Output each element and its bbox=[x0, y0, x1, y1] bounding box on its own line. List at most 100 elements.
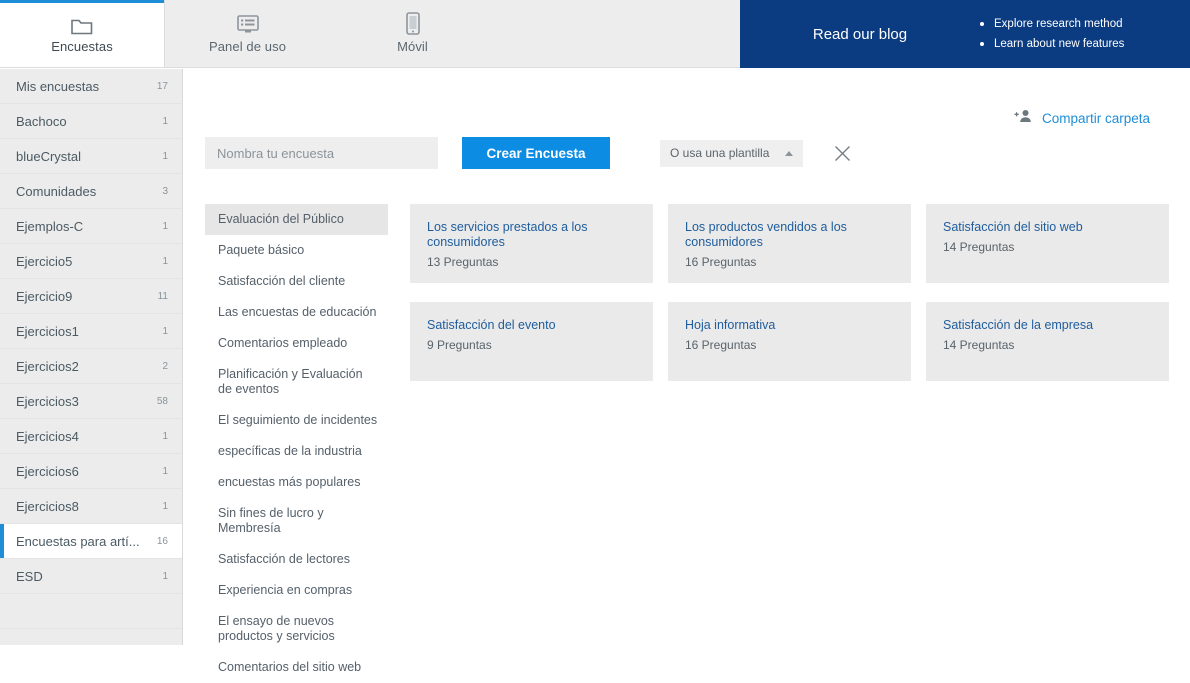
template-card-title: Los servicios prestados a los consumidor… bbox=[427, 220, 588, 249]
tab-encuestas[interactable]: Encuestas bbox=[0, 0, 165, 67]
sidebar-item-ejercicios1[interactable]: Ejercicios1 1 bbox=[0, 314, 182, 349]
sidebar-item-encuestas-para-articulo[interactable]: Encuestas para artí... 16 bbox=[0, 524, 182, 559]
sidebar-item-count: 3 bbox=[162, 185, 168, 197]
category-item-paquete-basico[interactable]: Paquete básico bbox=[205, 235, 388, 266]
sidebar-item-count: 2 bbox=[162, 360, 168, 372]
category-item-satisfaccion-lectores[interactable]: Satisfacción de lectores bbox=[205, 544, 388, 575]
category-item-encuestas-educacion[interactable]: Las encuestas de educación bbox=[205, 297, 388, 328]
category-item-especificas-industria[interactable]: específicas de la industria bbox=[205, 436, 388, 467]
sidebar-item-label: Ejercicios1 bbox=[16, 323, 79, 339]
sidebar-item-count: 1 bbox=[162, 115, 168, 127]
sidebar-item-ejercicio5[interactable]: Ejercicio5 1 bbox=[0, 244, 182, 279]
sidebar-item-label: Ejercicio9 bbox=[16, 288, 73, 304]
sidebar-item-count: 1 bbox=[162, 430, 168, 442]
sidebar-item-label: Mis encuestas bbox=[16, 78, 100, 94]
category-item-ensayo-nuevos-productos[interactable]: El ensayo de nuevos productos y servicio… bbox=[205, 606, 388, 652]
sidebar-item-label: Comunidades bbox=[16, 183, 97, 199]
sidebar-item-label: Encuestas para artí... bbox=[16, 533, 140, 549]
sidebar-item-bachoco[interactable]: Bachoco 1 bbox=[0, 104, 182, 139]
category-item-evaluacion-publico[interactable]: Evaluación del Público bbox=[205, 204, 388, 235]
read-our-blog-link[interactable]: Read our blog bbox=[740, 26, 980, 43]
sidebar-item-count: 1 bbox=[162, 500, 168, 512]
tab-encuestas-label: Encuestas bbox=[51, 39, 113, 54]
category-item-experiencia-compras[interactable]: Experiencia en compras bbox=[205, 575, 388, 606]
sidebar-item-count: 1 bbox=[162, 465, 168, 477]
sidebar-item-count: 16 bbox=[156, 535, 168, 547]
category-item-planificacion-eventos[interactable]: Planificación y Evaluación de eventos bbox=[205, 359, 388, 405]
survey-creation-toolbar: Crear Encuesta O usa una plantilla bbox=[205, 137, 853, 169]
survey-name-input[interactable] bbox=[205, 137, 438, 169]
blog-link-explore-research[interactable]: Explore research method bbox=[980, 14, 1124, 34]
template-card[interactable]: Satisfacción del evento 9 Preguntas bbox=[410, 302, 653, 381]
sidebar-item-label: Ejercicios3 bbox=[16, 393, 79, 409]
template-card[interactable]: Los productos vendidos a los consumidore… bbox=[668, 204, 911, 283]
template-card-title: Los productos vendidos a los consumidore… bbox=[685, 220, 847, 249]
template-cards-grid: Los servicios prestados a los consumidor… bbox=[410, 204, 1170, 381]
sidebar-item-count: 17 bbox=[156, 80, 168, 92]
blog-link-new-features[interactable]: Learn about new features bbox=[980, 34, 1124, 54]
sidebar-item-label: Ejercicios6 bbox=[16, 463, 79, 479]
add-person-icon bbox=[1014, 109, 1032, 128]
category-item-seguimiento-incidentes[interactable]: El seguimiento de incidentes bbox=[205, 405, 388, 436]
template-card-questions: 13 Preguntas bbox=[427, 255, 499, 269]
close-template-panel-button[interactable] bbox=[831, 142, 853, 164]
create-survey-button[interactable]: Crear Encuesta bbox=[462, 137, 610, 169]
template-card-title: Satisfacción de la empresa bbox=[943, 318, 1094, 332]
sidebar-item-partial[interactable] bbox=[0, 594, 182, 629]
sidebar-item-mis-encuestas[interactable]: Mis encuestas 17 bbox=[0, 69, 182, 104]
category-item-comentarios-empleado[interactable]: Comentarios empleado bbox=[205, 328, 388, 359]
template-card-questions: 9 Preguntas bbox=[427, 338, 492, 352]
template-card[interactable]: Hoja informativa 16 Preguntas bbox=[668, 302, 911, 381]
close-icon bbox=[834, 145, 850, 161]
template-card-questions: 16 Preguntas bbox=[685, 255, 757, 269]
use-template-dropdown[interactable]: O usa una plantilla bbox=[660, 139, 804, 167]
sidebar-item-count: 1 bbox=[162, 570, 168, 582]
sidebar-item-count: 11 bbox=[157, 290, 168, 302]
chevron-up-icon bbox=[785, 150, 794, 156]
sidebar-item-ejercicios6[interactable]: Ejercicios6 1 bbox=[0, 454, 182, 489]
dashboard-monitor-icon bbox=[236, 13, 259, 35]
sidebar-item-bluecrystal[interactable]: blueCrystal 1 bbox=[0, 139, 182, 174]
tab-movil[interactable]: Móvil bbox=[330, 0, 495, 67]
sidebar-item-esd[interactable]: ESD 1 bbox=[0, 559, 182, 594]
sidebar-item-ejercicios3[interactable]: Ejercicios3 58 bbox=[0, 384, 182, 419]
template-card-questions: 14 Preguntas bbox=[943, 338, 1015, 352]
blog-links-list: Explore research method Learn about new … bbox=[980, 14, 1124, 54]
sidebar-item-ejercicios8[interactable]: Ejercicios8 1 bbox=[0, 489, 182, 524]
category-item-sin-fines-lucro[interactable]: Sin fines de lucro y Membresía bbox=[205, 498, 388, 544]
sidebar-item-ejercicio9[interactable]: Ejercicio9 11 bbox=[0, 279, 182, 314]
category-item-comentarios-sitio-web[interactable]: Comentarios del sitio web bbox=[205, 652, 388, 683]
mobile-phone-icon bbox=[405, 12, 421, 35]
sidebar-item-label: Ejercicios8 bbox=[16, 498, 79, 514]
template-category-list[interactable]: Evaluación del Público Paquete básico Sa… bbox=[205, 204, 388, 683]
top-navigation-bar: Encuestas Panel de uso Móvil Read our bl… bbox=[0, 0, 1190, 68]
sidebar-item-comunidades[interactable]: Comunidades 3 bbox=[0, 174, 182, 209]
template-card-title: Hoja informativa bbox=[685, 318, 776, 332]
category-item-satisfaccion-cliente[interactable]: Satisfacción del cliente bbox=[205, 266, 388, 297]
folder-icon bbox=[71, 13, 93, 35]
sidebar-item-label: Ejemplos-C bbox=[16, 218, 84, 234]
sidebar-item-ejercicios2[interactable]: Ejercicios2 2 bbox=[0, 349, 182, 384]
tab-panel-de-uso-label: Panel de uso bbox=[208, 39, 287, 54]
blog-promo-banner: Read our blog Explore research method Le… bbox=[740, 0, 1190, 68]
sidebar-item-label: ESD bbox=[16, 568, 43, 584]
sidebar-item-label: Bachoco bbox=[16, 113, 67, 129]
template-card-questions: 14 Preguntas bbox=[943, 240, 1015, 254]
category-item-encuestas-populares[interactable]: encuestas más populares bbox=[205, 467, 388, 498]
sidebar-item-count: 1 bbox=[162, 255, 168, 267]
sidebar-item-count: 1 bbox=[162, 325, 168, 337]
sidebar-item-count: 1 bbox=[162, 220, 168, 232]
share-folder-button[interactable]: Compartir carpeta bbox=[1014, 109, 1150, 128]
tab-panel-de-uso[interactable]: Panel de uso bbox=[165, 0, 330, 67]
template-card-questions: 16 Preguntas bbox=[685, 338, 757, 352]
sidebar-item-ejemplos-c[interactable]: Ejemplos-C 1 bbox=[0, 209, 182, 244]
template-card-title: Satisfacción del evento bbox=[427, 318, 556, 332]
sidebar-item-ejercicios4[interactable]: Ejercicios4 1 bbox=[0, 419, 182, 454]
template-card[interactable]: Satisfacción de la empresa 14 Preguntas bbox=[926, 302, 1169, 381]
sidebar-item-label: Ejercicios4 bbox=[16, 428, 79, 444]
sidebar-item-label: Ejercicio5 bbox=[16, 253, 73, 269]
template-card[interactable]: Satisfacción del sitio web 14 Preguntas bbox=[926, 204, 1169, 283]
main-content-area: Compartir carpeta Crear Encuesta O usa u… bbox=[184, 69, 1190, 674]
folders-sidebar[interactable]: Mis encuestas 17 Bachoco 1 blueCrystal 1… bbox=[0, 69, 183, 645]
template-card[interactable]: Los servicios prestados a los consumidor… bbox=[410, 204, 653, 283]
